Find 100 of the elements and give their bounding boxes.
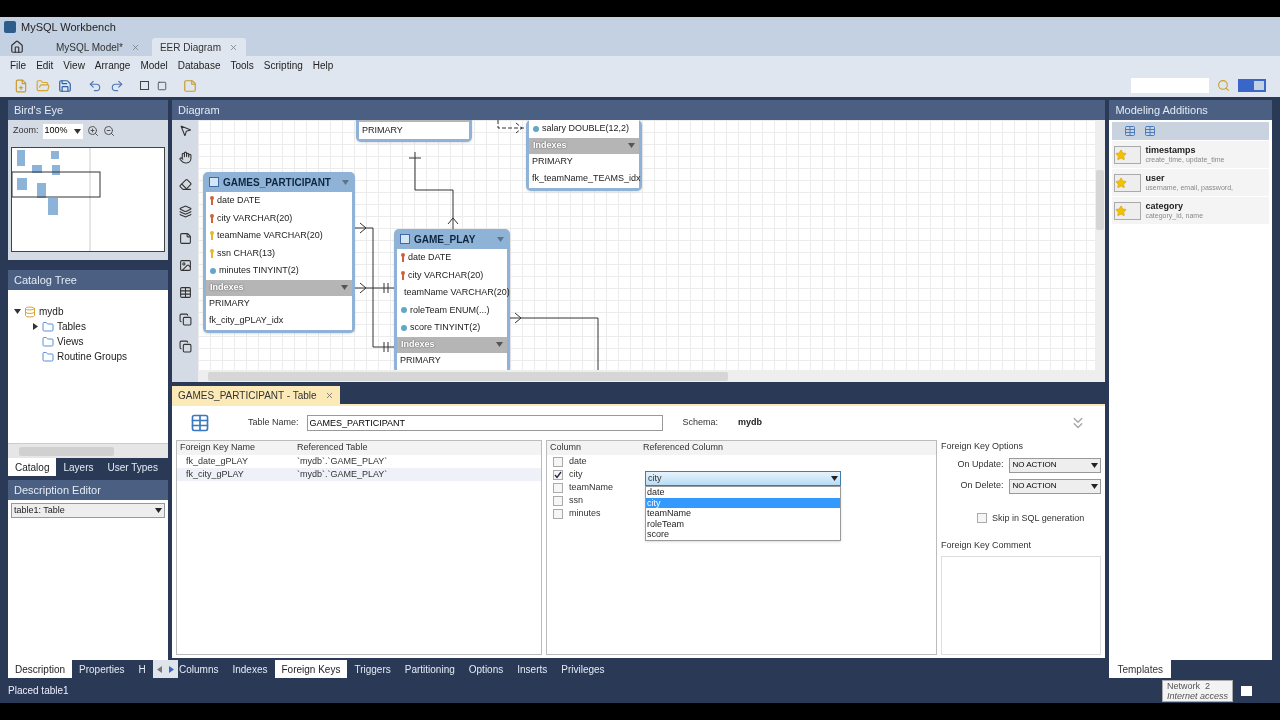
caret-icon[interactable] [155,507,162,514]
menu-item[interactable]: Help [308,57,338,73]
column-label: date DATE [217,194,261,207]
caret-icon[interactable] [73,127,81,135]
view-icon[interactable] [178,313,192,326]
checkbox[interactable] [977,513,987,524]
tree-item[interactable]: Routine Groups [57,349,128,364]
tab[interactable]: Options [461,660,511,678]
dropdown-option[interactable]: score [646,529,840,540]
schema-value: mydb [738,416,763,430]
tab[interactable]: Indexes [225,660,275,678]
routine-icon[interactable] [178,340,192,353]
menu-item[interactable]: Edit [32,57,58,73]
tab[interactable]: Triggers [347,660,398,678]
editor-tab[interactable]: GAMES_PARTICIPANT - Table [172,386,340,404]
new-file-icon[interactable] [14,78,28,93]
home-icon[interactable] [10,40,24,54]
index-label: fk_city_gPLAY_idx [209,314,284,328]
document-tab[interactable]: EER Diagram [151,38,246,56]
layout-toggle-icon[interactable] [1238,79,1252,92]
tab[interactable]: Partitioning [397,660,462,678]
search-field[interactable] [1131,78,1209,93]
tab[interactable]: Columns [172,660,226,678]
close-icon[interactable] [324,390,334,400]
dropdown-option[interactable]: teamName [646,508,840,519]
comment-field[interactable] [941,555,1102,655]
eraser-icon[interactable] [178,178,192,191]
dropdown-option[interactable]: roleTeam [646,518,840,529]
checkbox[interactable] [553,508,563,519]
tab[interactable]: H [131,660,153,678]
tab[interactable]: Privileges [554,660,612,678]
panel-header: Diagram [172,100,1106,120]
tab[interactable]: Inserts [510,660,555,678]
tab[interactable]: Layers [56,458,101,476]
tab[interactable]: Properties [72,660,132,678]
key-icon [401,270,405,280]
document-tab[interactable]: MySQL Model* [48,38,148,56]
column-name: date [569,454,587,468]
save-icon[interactable] [58,78,72,93]
star-icon [1115,148,1128,161]
column-header: Foreign Key Name [179,441,257,454]
pointer-icon[interactable] [178,124,192,137]
hand-icon[interactable] [178,151,192,164]
menu-item[interactable]: Arrange [90,57,135,73]
tree-item[interactable]: mydb [39,304,64,319]
field-label: On Delete: [960,479,1004,493]
close-icon[interactable] [229,42,238,52]
tab[interactable]: Catalog [8,458,57,476]
tab[interactable]: Foreign Keys [274,660,348,678]
on-update-select[interactable]: NO ACTION [1009,457,1102,473]
menu-item[interactable]: View [59,57,89,73]
dropdown-option[interactable]: date [646,487,840,498]
table-name-field[interactable]: GAMES_PARTICIPANT [306,415,663,431]
object-select[interactable]: table1: Table [11,503,165,518]
zoom-label: Zoom: [13,124,39,138]
layout-toggle-icon[interactable] [1252,79,1266,92]
table-icon[interactable] [178,286,192,299]
field-label: Table Name: [248,416,299,430]
zoom-select[interactable]: 100% [42,123,83,139]
checkbox[interactable] [553,469,563,480]
caret-icon[interactable] [831,475,838,482]
zoom-in-icon[interactable] [86,125,99,137]
expander-icon[interactable] [14,308,21,315]
caret-icon[interactable] [1091,482,1099,490]
tab[interactable]: Description [8,660,73,678]
key-icon [210,196,214,206]
expander-icon[interactable] [32,323,39,330]
checkbox[interactable] [553,495,563,506]
layer-icon[interactable] [178,205,192,218]
redo-icon[interactable] [110,78,124,93]
checkbox[interactable] [553,482,563,493]
index-label: PRIMARY [362,123,403,137]
tab[interactable]: Templates [1109,660,1171,678]
note-icon[interactable] [178,232,192,245]
search-icon[interactable] [1217,79,1230,92]
column-name: ssn [569,493,583,507]
close-icon[interactable] [130,42,140,52]
menu-item[interactable]: Scripting [259,57,307,73]
undo-icon[interactable] [88,78,102,93]
index-label: fk_teamName_TEAMS_idx [532,172,641,186]
list-row[interactable]: fk_date_gPLAY `mydb`.`GAME_PLAY` [177,455,541,468]
zoom-out-icon[interactable] [102,125,115,137]
field-label: Schema: [682,416,719,430]
toggle-icon[interactable] [140,81,149,90]
list-row[interactable]: fk_city_gPLAY `mydb`.`GAME_PLAY` [177,468,541,481]
column-label: minutes TINYINT(2) [219,264,299,277]
referenced-column-select[interactable]: city [645,471,841,486]
on-delete-select[interactable]: NO ACTION [1009,478,1102,494]
square-icon[interactable] [157,80,167,91]
menu-item[interactable]: Database [173,57,225,73]
image-icon[interactable] [178,259,192,272]
tree-item[interactable]: Tables [57,319,86,334]
menu-item[interactable]: Tools [226,57,258,73]
tree-item[interactable]: Views [57,334,84,349]
checkbox[interactable] [553,456,563,467]
menu-item[interactable]: File [6,57,31,73]
caret-icon[interactable] [1091,461,1099,469]
tab[interactable]: User Types [100,458,165,476]
panel-header: Description Editor [8,480,168,500]
menu-item[interactable]: Model [136,57,172,73]
